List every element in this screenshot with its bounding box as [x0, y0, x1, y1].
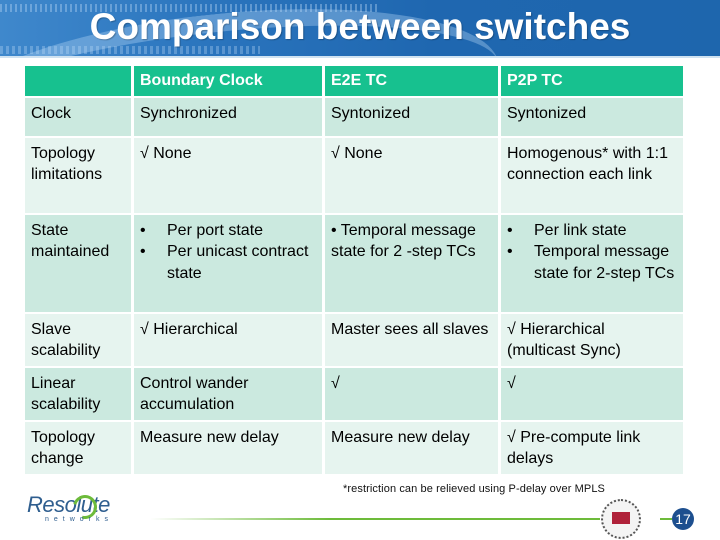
- logo-subtitle: networks: [45, 516, 114, 523]
- header-p2p-tc: P2P TC: [501, 66, 683, 98]
- bullet-icon: •: [507, 243, 513, 260]
- seal-emblem: [612, 512, 630, 524]
- cell-boundary-clock: √ None: [134, 137, 325, 215]
- bullet-item: • Per unicast contract state: [140, 241, 316, 284]
- logo-wordmark: Resolute: [27, 492, 110, 517]
- row-label: Clock: [25, 97, 134, 138]
- header-cell-empty: [25, 66, 134, 98]
- cell-p2p-tc: Homogenous* with 1:1 connection each lin…: [501, 137, 683, 215]
- banner-underline: [0, 56, 720, 58]
- cell-boundary-clock: Synchronized: [134, 97, 325, 138]
- footer-divider-end: [660, 518, 672, 520]
- bullet-icon: •: [140, 221, 146, 239]
- table-row: Clock Synchronized Syntonized Syntonized: [25, 97, 683, 138]
- table-row: State maintained • Per port state • Per …: [25, 214, 683, 314]
- cell-boundary-clock: √ Hierarchical: [134, 313, 325, 368]
- footer-divider: [150, 518, 600, 520]
- row-label: Slave scalability: [25, 313, 134, 368]
- comparison-table: Boundary Clock E2E TC P2P TC Clock Synch…: [25, 66, 683, 476]
- header-boundary-clock: Boundary Clock: [134, 66, 325, 98]
- row-label: Topology limitations: [25, 137, 134, 215]
- cell-e2e-tc: Master sees all slaves: [325, 313, 501, 368]
- page-number-badge: 17: [672, 508, 694, 530]
- cell-p2p-tc: √ Hierarchical (multicast Sync): [501, 313, 683, 368]
- cell-boundary-clock: Measure new delay: [134, 421, 325, 476]
- resolute-networks-logo: Resolute networks: [27, 490, 127, 526]
- table-row: Slave scalability √ Hierarchical Master …: [25, 313, 683, 368]
- cell-boundary-clock: • Per port state • Per unicast contract …: [134, 214, 325, 314]
- university-seal-icon: [601, 499, 641, 539]
- table-row: Topology limitations √ None √ None Homog…: [25, 137, 683, 215]
- bullet-item: • Temporal message state for 2-step TCs: [507, 241, 677, 284]
- table-header-row: Boundary Clock E2E TC P2P TC: [25, 66, 683, 98]
- bullet-item: • Per link state: [507, 220, 677, 242]
- cell-e2e-tc: √ None: [325, 137, 501, 215]
- bullet-item: • Per port state: [140, 220, 316, 242]
- row-label: Linear scalability: [25, 367, 134, 422]
- cell-e2e-tc: √: [325, 367, 501, 422]
- title-banner: Comparison between switches: [0, 0, 720, 58]
- row-label: Topology change: [25, 421, 134, 476]
- cell-p2p-tc: √ Pre-compute link delays: [501, 421, 683, 476]
- cell-p2p-tc: • Per link state • Temporal message stat…: [501, 214, 683, 314]
- row-label: State maintained: [25, 214, 134, 314]
- cell-e2e-tc: Syntonized: [325, 97, 501, 138]
- cell-p2p-tc: Syntonized: [501, 97, 683, 138]
- table-row: Topology change Measure new delay Measur…: [25, 421, 683, 476]
- cell-p2p-tc: √: [501, 367, 683, 422]
- cell-e2e-tc: Measure new delay: [325, 421, 501, 476]
- header-e2e-tc: E2E TC: [325, 66, 501, 98]
- table-row: Linear scalability Control wander accumu…: [25, 367, 683, 422]
- cell-e2e-tc: • Temporal message state for 2 -step TCs: [325, 214, 501, 314]
- slide-title: Comparison between switches: [89, 6, 631, 47]
- footnote: *restriction can be relieved using P-del…: [343, 483, 605, 495]
- cell-boundary-clock: Control wander accumulation: [134, 367, 325, 422]
- bullet-icon: •: [140, 243, 146, 260]
- bullet-icon: •: [507, 221, 513, 239]
